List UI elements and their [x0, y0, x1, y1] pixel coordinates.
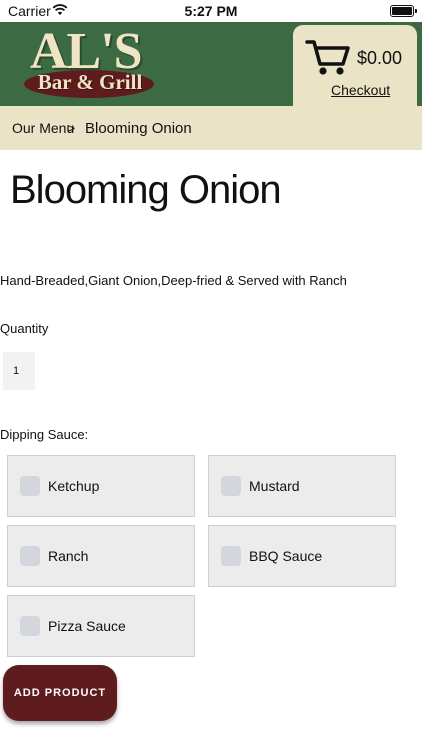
sauce-option-label: Mustard [249, 478, 300, 494]
logo-sub-text: Bar & Grill [37, 70, 143, 94]
breadcrumb-current: Blooming Onion [85, 120, 192, 137]
checkout-link[interactable]: Checkout [331, 82, 390, 98]
sauce-option-label: Ranch [48, 548, 89, 564]
sauce-option-bbq[interactable]: BBQ Sauce [208, 525, 396, 587]
checkbox-icon[interactable] [20, 616, 40, 636]
cart-total: $0.00 [357, 48, 403, 68]
site-header: AL'S Bar & Grill $0.00 Checkout [0, 22, 422, 107]
product-description: Hand-Breaded,Giant Onion,Deep-fried & Se… [0, 273, 347, 288]
logo[interactable]: AL'S Bar & Grill [22, 23, 162, 102]
sauce-option-pizza[interactable]: Pizza Sauce [7, 595, 195, 657]
add-product-button[interactable]: ADD PRODUCT [3, 665, 117, 721]
checkbox-icon[interactable] [20, 546, 40, 566]
breadcrumb: Our Menu > Blooming Onion [0, 106, 422, 150]
status-bar: Carrier 5:27 PM [0, 0, 422, 22]
sauce-option-label: BBQ Sauce [249, 548, 323, 564]
breadcrumb-separator: > [67, 120, 76, 136]
checkbox-icon[interactable] [221, 476, 241, 496]
checkbox-icon[interactable] [221, 546, 241, 566]
sauce-option-ketchup[interactable]: Ketchup [7, 455, 195, 517]
battery-icon [390, 5, 417, 17]
sauce-option-mustard[interactable]: Mustard [208, 455, 396, 517]
sauce-option-label: Pizza Sauce [48, 618, 126, 634]
clock: 5:27 PM [184, 3, 238, 19]
sauce-option-label: Ketchup [48, 478, 100, 494]
sauce-option-ranch[interactable]: Ranch [7, 525, 195, 587]
cart-summary[interactable]: $0.00 Checkout [293, 25, 417, 107]
breadcrumb-our-menu-link[interactable]: Our Menu [12, 120, 74, 136]
quantity-label: Quantity [0, 321, 49, 336]
dipping-sauce-label: Dipping Sauce: [0, 427, 89, 442]
shopping-cart-icon [305, 40, 350, 75]
checkbox-icon[interactable] [20, 476, 40, 496]
quantity-input[interactable] [3, 352, 35, 390]
page-title: Blooming Onion [10, 168, 282, 212]
